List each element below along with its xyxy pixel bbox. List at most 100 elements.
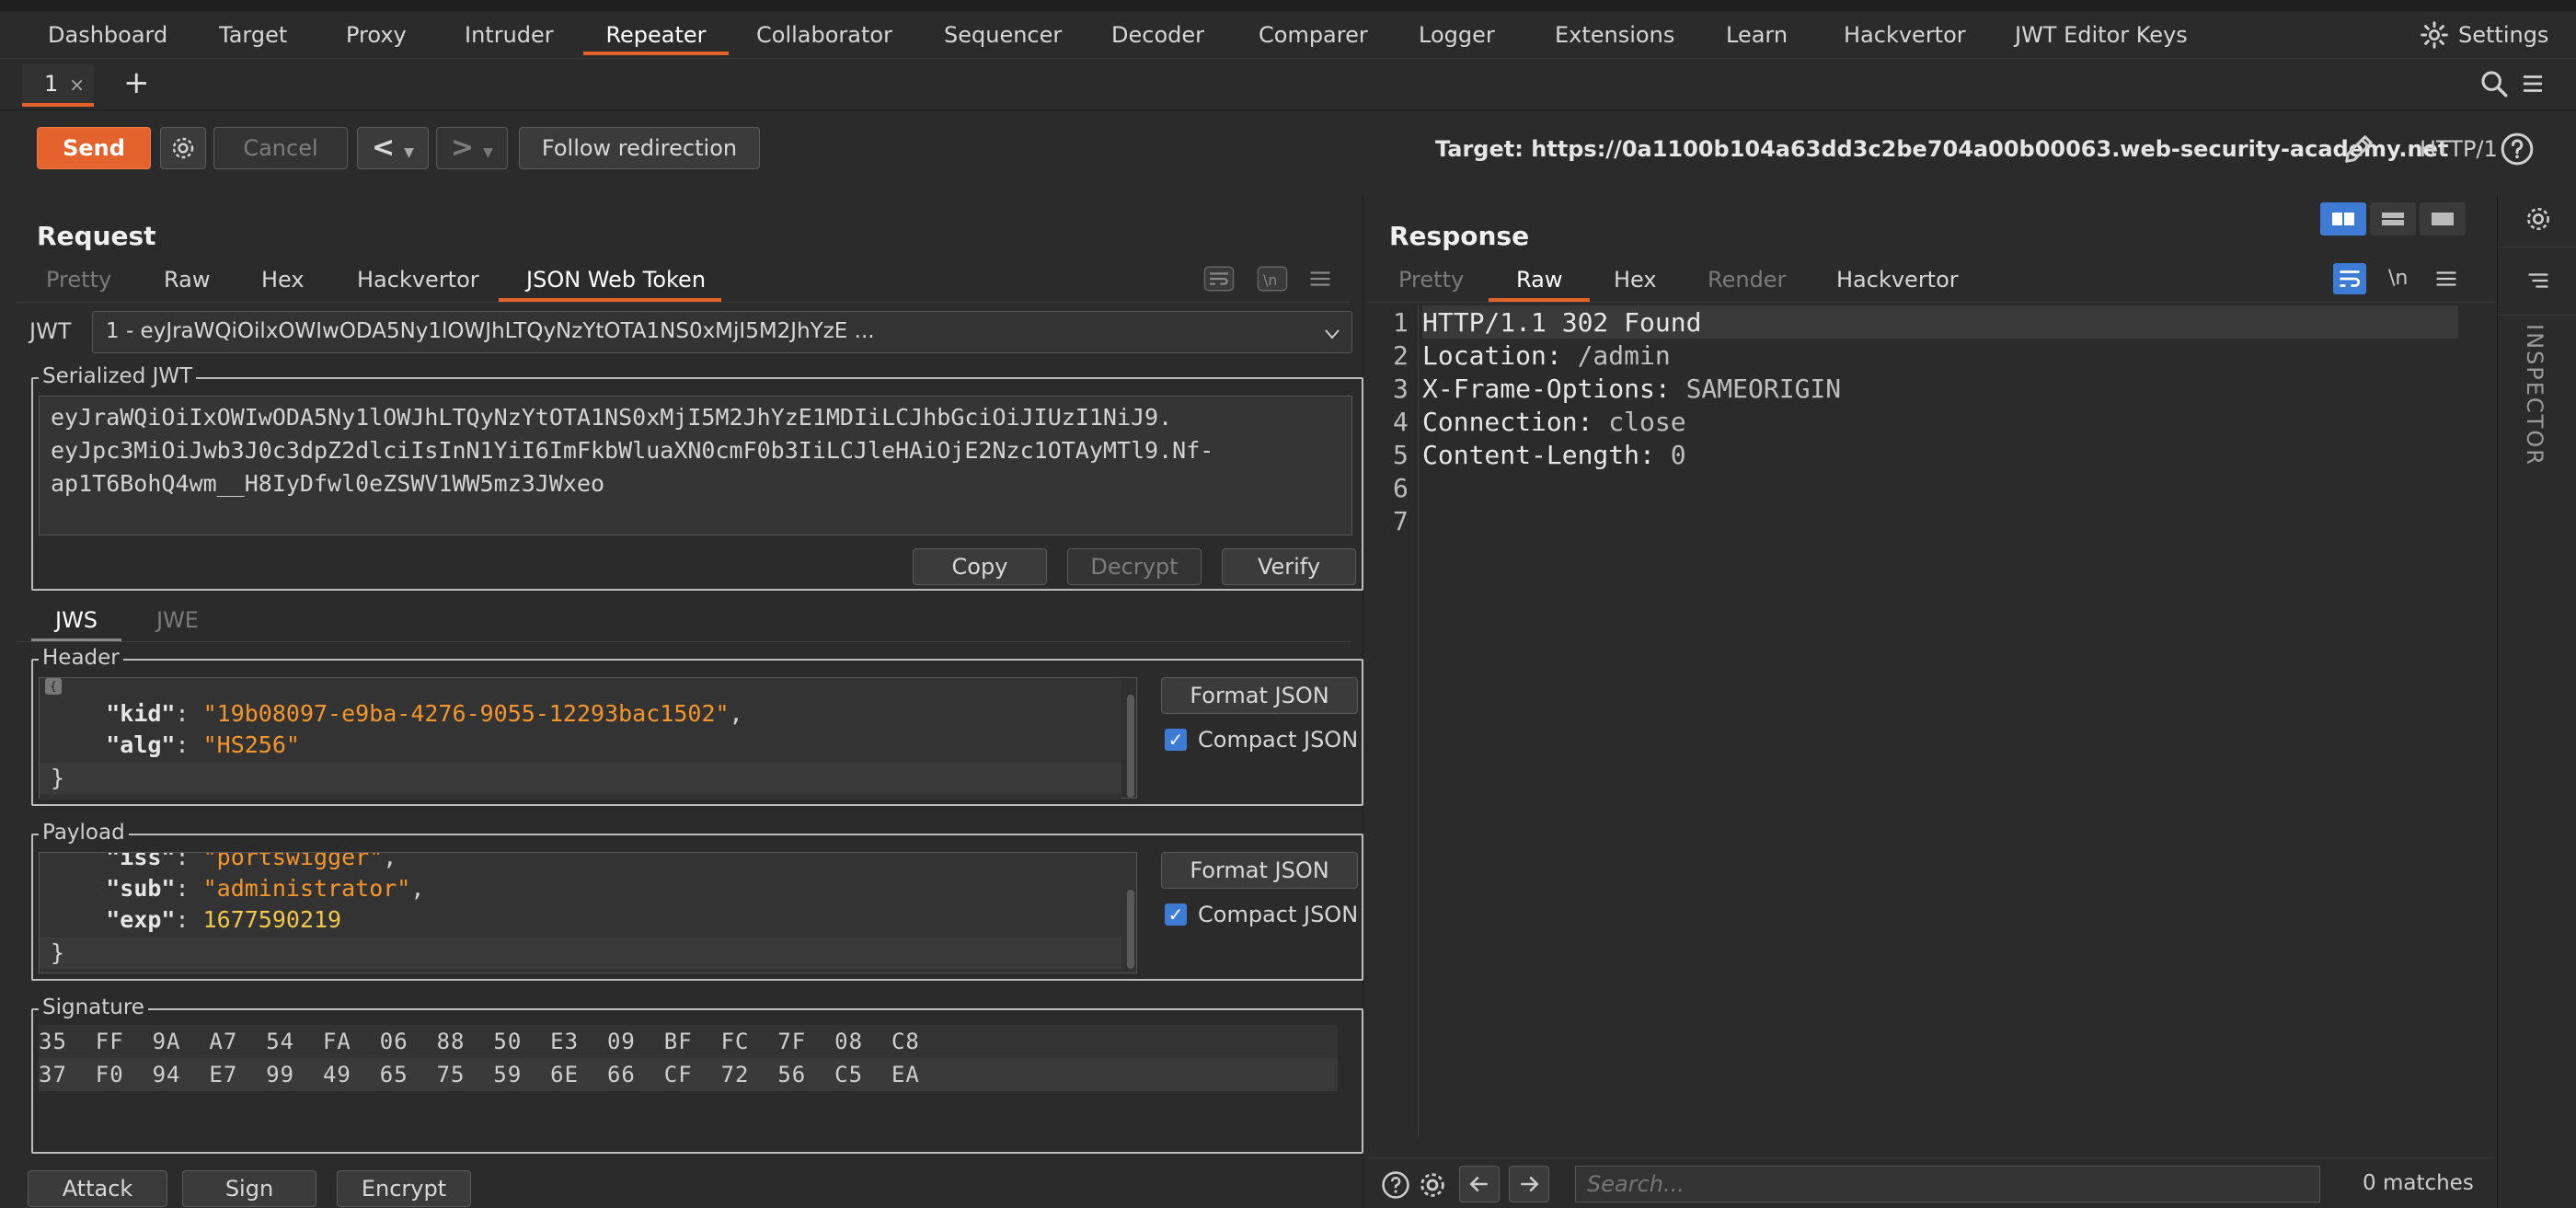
send-options-button[interactable]	[160, 127, 206, 169]
serialized-jwt-textarea[interactable]: eyJraWQiOiIxOWIwODA5Ny1lOWJhLTQyNzYtOTA1…	[39, 396, 1352, 535]
add-tab-button[interactable]: +	[123, 64, 150, 101]
menu-intruder[interactable]: Intruder	[465, 18, 554, 55]
compact-json-label: Compact JSON	[1198, 727, 1359, 753]
hamburger-menu-icon[interactable]	[2521, 70, 2545, 103]
header-value: close	[1593, 407, 1686, 437]
format-json-button[interactable]: Format JSON	[1161, 852, 1358, 889]
history-forward-button[interactable]: > ▼	[436, 127, 508, 169]
cancel-button[interactable]: Cancel	[213, 127, 348, 169]
response-tab-hex[interactable]: Hex	[1614, 267, 1657, 293]
menu-target[interactable]: Target	[219, 18, 287, 55]
compact-json-checkbox[interactable]: ✓	[1165, 729, 1187, 751]
settings-label[interactable]: Settings	[2458, 18, 2548, 55]
tab-jws[interactable]: JWS	[55, 607, 98, 633]
request-tab-raw[interactable]: Raw	[164, 267, 210, 293]
send-button[interactable]: Send	[37, 127, 151, 169]
response-tab-hackvertor[interactable]: Hackvertor	[1836, 267, 1959, 293]
previous-match-button[interactable]	[1459, 1166, 1500, 1202]
menu-dashboard[interactable]: Dashboard	[48, 18, 167, 55]
signature-hex-row[interactable]: 35 FF 9A A7 54 FA 06 88 50 E3 09 BF FC 7…	[39, 1025, 1338, 1058]
request-tab-pretty[interactable]: Pretty	[46, 267, 111, 293]
menu-hackvertor[interactable]: Hackvertor	[1844, 18, 1966, 55]
header-value: /admin	[1561, 340, 1671, 371]
menu-collaborator[interactable]: Collaborator	[756, 18, 892, 55]
header-kid-value: "19b08097-e9ba-4276-9055-12293bac1502"	[202, 700, 730, 727]
window-top-strip	[0, 0, 2576, 11]
menu-repeater[interactable]: Repeater	[583, 18, 729, 55]
line-number: 4	[1393, 407, 1409, 437]
gear-icon[interactable]	[1417, 1169, 1448, 1206]
header-name: X-Frame-Options:	[1422, 374, 1671, 404]
format-json-button[interactable]: Format JSON	[1161, 677, 1358, 714]
tab-jwe[interactable]: JWE	[156, 607, 199, 633]
attack-button[interactable]: Attack	[28, 1170, 167, 1207]
match-count: 0 matches	[2363, 1171, 2474, 1195]
follow-redirection-button[interactable]: Follow redirection	[519, 127, 760, 169]
header-json-editor[interactable]: { "kid": "19b08097-e9ba-4276-9055-12293b…	[39, 677, 1137, 800]
filter-icon[interactable]	[2525, 269, 2551, 298]
response-tab-render[interactable]: Render	[1708, 267, 1786, 293]
pencil-icon[interactable]	[2340, 131, 2377, 173]
response-tab-pretty[interactable]: Pretty	[1398, 267, 1464, 293]
next-match-button[interactable]	[1509, 1166, 1549, 1202]
gear-icon[interactable]	[2524, 204, 2553, 239]
inspector-label[interactable]: INSPECTOR	[2522, 324, 2547, 466]
help-icon[interactable]	[1380, 1169, 1411, 1206]
menu-comparer[interactable]: Comparer	[1259, 18, 1368, 55]
wrap-lines-icon[interactable]	[1203, 265, 1235, 298]
rows-icon	[2382, 213, 2404, 225]
close-tab-icon[interactable]: ×	[69, 74, 85, 96]
svg-text:\n: \n	[1263, 272, 1277, 289]
layout-stacked-button[interactable]	[2370, 202, 2416, 236]
payload-sub-line: "sub": "administrator",	[106, 875, 425, 902]
header-alg-value: "HS256"	[202, 731, 300, 758]
search-icon[interactable]	[2478, 68, 2510, 105]
http-version-label[interactable]: HTTP/1	[2420, 136, 2498, 162]
line-number: 5	[1393, 440, 1409, 470]
menu-jwt-editor-keys[interactable]: JWT Editor Keys	[2015, 18, 2188, 55]
payload-legend: Payload	[39, 821, 129, 845]
menu-extensions[interactable]: Extensions	[1555, 18, 1674, 55]
serialized-line: ap1T6BohQ4wm__H8IyDfwl0eZSWV1WW5mz3JWxeo	[51, 470, 605, 497]
compact-json-checkbox[interactable]: ✓	[1165, 903, 1187, 926]
menu-icon[interactable]	[1308, 267, 1332, 296]
payload-json-editor[interactable]: "iss": "portswigger", "sub": "administra…	[39, 852, 1137, 973]
newline-toggle-icon[interactable]: \n	[2388, 267, 2408, 290]
request-tab-hex[interactable]: Hex	[261, 267, 305, 293]
header-name: Connection:	[1422, 407, 1593, 437]
menu-learn[interactable]: Learn	[1726, 18, 1788, 55]
request-tab-hackvertor[interactable]: Hackvertor	[357, 267, 479, 293]
payload-iss-value: "portswigger"	[202, 852, 384, 870]
gear-icon[interactable]	[2420, 20, 2449, 55]
menu-sequencer[interactable]: Sequencer	[944, 18, 1062, 55]
header-close-brace: }	[51, 765, 65, 791]
search-input[interactable]	[1575, 1166, 2320, 1202]
history-back-button[interactable]: < ▼	[357, 127, 429, 169]
menu-icon[interactable]	[2434, 267, 2458, 296]
main-menu-bar: Dashboard Target Proxy Intruder Repeater…	[0, 11, 2576, 59]
help-icon[interactable]	[2499, 131, 2536, 173]
current-line-highlight	[40, 763, 1121, 794]
menu-logger[interactable]: Logger	[1419, 18, 1495, 55]
scrollbar[interactable]	[1127, 890, 1134, 969]
scrollbar[interactable]	[1127, 695, 1134, 798]
verify-button[interactable]: Verify	[1222, 548, 1356, 585]
signature-hex-row[interactable]: 37 F0 94 E7 99 49 65 75 59 6E 66 CF 72 5…	[39, 1058, 1338, 1091]
repeater-tab-1[interactable]: 1 ×	[22, 64, 94, 107]
chevron-down-icon	[1322, 323, 1342, 349]
request-tab-json-web-token[interactable]: JSON Web Token	[526, 267, 706, 293]
jwt-select[interactable]: 1 - eyJraWQiOilxOWIwODA5Ny1lOWJhLTQyNzYt…	[92, 311, 1352, 353]
encrypt-button[interactable]: Encrypt	[337, 1170, 471, 1207]
layout-side-by-side-button[interactable]	[2320, 202, 2366, 236]
menu-proxy[interactable]: Proxy	[346, 18, 407, 55]
newline-toggle-icon[interactable]: \n	[1257, 265, 1288, 298]
payload-exp-key: "exp"	[106, 906, 176, 933]
copy-button[interactable]: Copy	[913, 548, 1047, 585]
response-tab-raw[interactable]: Raw	[1516, 267, 1562, 293]
fold-marker-icon[interactable]: {	[45, 678, 62, 695]
layout-tabs-button[interactable]	[2420, 202, 2466, 236]
sign-button[interactable]: Sign	[182, 1170, 316, 1207]
menu-decoder[interactable]: Decoder	[1111, 18, 1204, 55]
wrap-lines-toggle[interactable]	[2333, 263, 2366, 294]
decrypt-button[interactable]: Decrypt	[1067, 548, 1202, 585]
